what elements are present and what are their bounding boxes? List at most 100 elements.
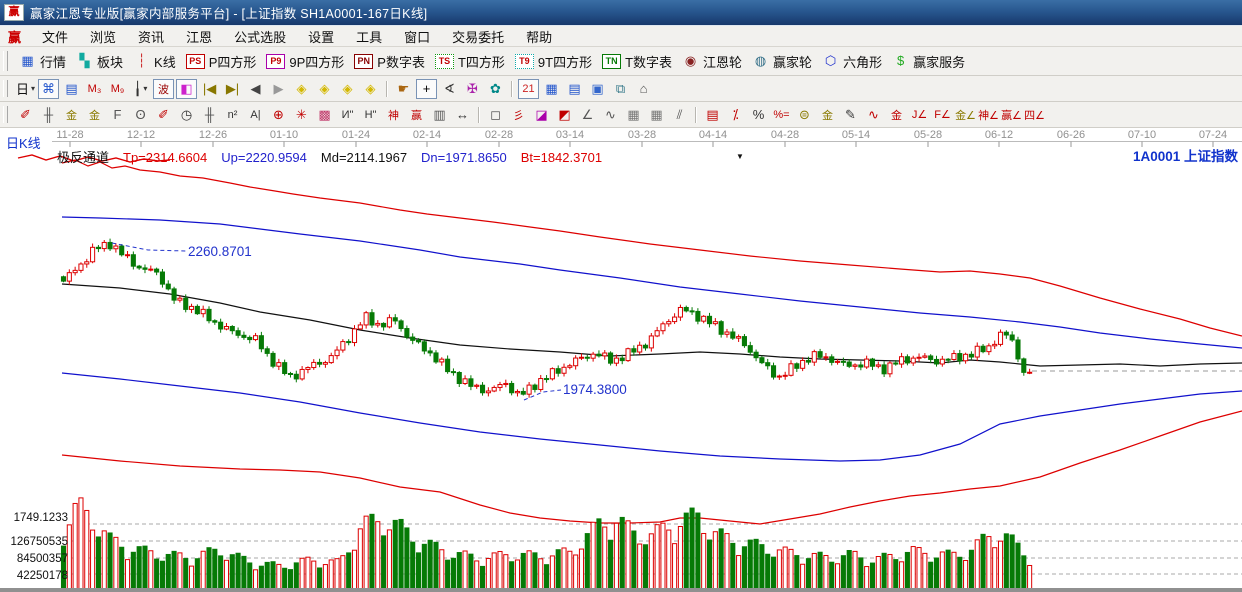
gold-lines-icon[interactable]: 金	[817, 105, 838, 125]
t-number-table-button[interactable]: TN T数字表	[602, 52, 672, 71]
wave-count-icon[interactable]: И"	[337, 105, 358, 125]
bottom-scroll-strip[interactable]	[0, 588, 1242, 592]
overlay-pattern-icon[interactable]: ⌘	[38, 78, 59, 99]
a-wave-icon[interactable]: ∿	[863, 105, 884, 125]
dropdown-marker-icon[interactable]: ▼	[736, 152, 744, 161]
shen-angle-icon[interactable]: 神∠	[978, 105, 999, 125]
next-page-icon[interactable]: ▶	[268, 79, 289, 99]
h-wave-icon[interactable]: H"	[360, 105, 381, 125]
gann-wheel-button[interactable]: ◉ 江恩轮	[682, 52, 742, 71]
teal-pattern-icon[interactable]: ✿	[485, 79, 506, 99]
gold-grid2-icon[interactable]: 金	[84, 105, 105, 125]
f-grid-icon[interactable]: F	[107, 105, 128, 125]
menu-item-公式选股[interactable]: 公式选股	[223, 27, 297, 46]
menu-item-江恩[interactable]: 江恩	[175, 27, 223, 46]
purple-seal-icon[interactable]: ✠	[462, 79, 483, 99]
menu-item-帮助[interactable]: 帮助	[515, 27, 563, 46]
grid-box-icon[interactable]: ▦	[623, 105, 644, 125]
parallel-lines-icon[interactable]: ⫽	[669, 105, 690, 125]
gann-grid-icon[interactable]: ╫	[38, 105, 59, 125]
shen-grid-icon[interactable]: 神	[383, 105, 404, 125]
color-histogram-icon[interactable]: ◧	[176, 78, 197, 99]
gold-angle-icon[interactable]: 金∠	[955, 105, 976, 125]
net-copy-icon[interactable]: ⧉	[610, 79, 631, 99]
chart-canvas[interactable]: 11-28 12-12 12-26 01-10 01-24 02-14 02-28 03-14…	[0, 128, 1242, 592]
p-number-table-button[interactable]: PN P数字表	[354, 52, 425, 71]
quotes-button[interactable]: ▦ 行情	[19, 52, 66, 71]
red-fan-icon[interactable]: 彡	[508, 105, 529, 125]
wave-chart-icon[interactable]: 波	[153, 78, 174, 99]
gold-circle-icon[interactable]: ⊜	[794, 105, 815, 125]
vw-wave-icon[interactable]: ∿	[600, 105, 621, 125]
wave-9-icon[interactable]: M₉	[107, 79, 128, 99]
diamond-down-icon[interactable]: ◈	[337, 79, 358, 99]
ninet-square-button[interactable]: T9 9T四方形	[514, 52, 592, 71]
angle-measure-icon[interactable]: ∢	[439, 79, 460, 99]
toolbar-grip[interactable]	[3, 79, 8, 98]
red-fanbox-icon[interactable]: ◩	[554, 105, 575, 125]
p-square-button[interactable]: PS P四方形	[185, 52, 256, 71]
percent-line-icon[interactable]: ⁒	[725, 105, 746, 125]
spiral-icon[interactable]: ʘ	[130, 105, 151, 125]
pen-lines-icon[interactable]: ✎	[840, 105, 861, 125]
percent-lines-icon[interactable]: %=	[771, 105, 792, 125]
wave-3-icon[interactable]: M₃	[84, 79, 105, 99]
box-tool-icon[interactable]: ◻	[485, 105, 506, 125]
menu-item-浏览[interactable]: 浏览	[79, 27, 127, 46]
menu-item-工具[interactable]: 工具	[345, 27, 393, 46]
period-day-dropdown-icon[interactable]: 日 ▾	[15, 79, 36, 99]
diamond-left-icon[interactable]: ◈	[291, 79, 312, 99]
red-star-icon[interactable]: ✳	[291, 105, 312, 125]
circle-cross-icon[interactable]: ⊕	[268, 105, 289, 125]
angle-fan-icon[interactable]: ∠	[577, 105, 598, 125]
kline-button[interactable]: ┆ K线	[133, 52, 176, 71]
diamond-right-icon[interactable]: ◈	[314, 79, 335, 99]
f-angle-icon[interactable]: F∠	[932, 105, 953, 125]
time-cycle-icon[interactable]: ◷	[176, 105, 197, 125]
prev-page-icon[interactable]: ◀	[245, 79, 266, 99]
workstation-icon[interactable]: ⌂	[633, 79, 654, 99]
info-document-icon[interactable]: ▤	[61, 79, 82, 99]
draw-pen-icon[interactable]: ✐	[15, 105, 36, 125]
menu-item-文件[interactable]: 文件	[31, 27, 79, 46]
price-grid-icon[interactable]: ╫	[199, 105, 220, 125]
hand-tool-icon[interactable]: ☛	[393, 79, 414, 99]
text-tool-icon[interactable]: A|	[245, 105, 266, 125]
menu-item-资讯[interactable]: 资讯	[127, 27, 175, 46]
gold-red-icon[interactable]: 金	[886, 105, 907, 125]
crosshair-tool-icon[interactable]: +	[416, 78, 437, 99]
purple-fanbox-icon[interactable]: ◪	[531, 105, 552, 125]
ninep-square-button[interactable]: P9 9P四方形	[266, 52, 344, 71]
toolbar-grip[interactable]	[3, 105, 8, 124]
menu-item-交易委托[interactable]: 交易委托	[441, 27, 515, 46]
notes-icon[interactable]: ▤	[564, 79, 585, 99]
n-squared-icon[interactable]: n²	[222, 105, 243, 125]
win-angle-icon[interactable]: 赢∠	[1001, 105, 1022, 125]
candle-style-dropdown-icon[interactable]: ╽ ▾	[130, 79, 151, 99]
winner-wheel-button[interactable]: ◍ 赢家轮	[752, 52, 812, 71]
red-pen-icon[interactable]: ✐	[153, 105, 174, 125]
grid-box2-icon[interactable]: ▦	[646, 105, 667, 125]
gold-grid-icon[interactable]: 金	[61, 105, 82, 125]
chart-svg[interactable]: 11-28 12-12 12-26 01-10 01-24 02-14 02-28 03-14…	[0, 128, 1242, 592]
percent-icon[interactable]: %	[748, 105, 769, 125]
win-grid-icon[interactable]: 赢	[406, 105, 427, 125]
sectors-button[interactable]: ▚ 板块	[76, 52, 124, 71]
si-angle-icon[interactable]: 四∠	[1024, 105, 1045, 125]
span-arrows-icon[interactable]: ↔	[452, 105, 473, 125]
hexagon-button[interactable]: ⬡ 六角形	[822, 52, 882, 71]
t-square-button[interactable]: TS T四方形	[434, 52, 505, 71]
last-page-icon[interactable]: ▶|	[222, 79, 243, 99]
calculator-icon[interactable]: ▦	[541, 79, 562, 99]
j-angle-icon[interactable]: J∠	[909, 105, 930, 125]
save-icon[interactable]: ▣	[587, 79, 608, 99]
menu-item-窗口[interactable]: 窗口	[393, 27, 441, 46]
first-page-icon[interactable]: |◀	[199, 79, 220, 99]
calendar-icon[interactable]: 21	[518, 78, 539, 99]
square-star-icon[interactable]: ▩	[314, 105, 335, 125]
ruler-grid-icon[interactable]: ▥	[429, 105, 450, 125]
diamond-up-icon[interactable]: ◈	[360, 79, 381, 99]
toolbar-grip[interactable]	[3, 51, 8, 71]
winner-service-button[interactable]: $ 赢家服务	[892, 52, 965, 71]
menu-item-设置[interactable]: 设置	[297, 27, 345, 46]
